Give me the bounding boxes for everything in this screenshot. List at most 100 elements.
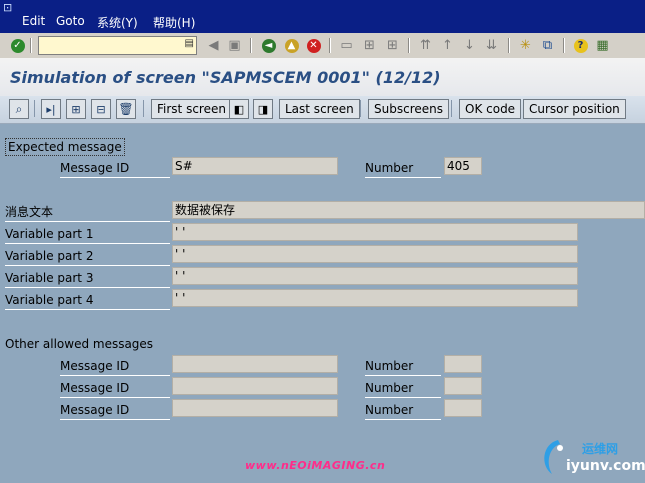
message-text-field[interactable]: 数据被保存: [172, 201, 645, 219]
variable-part-3-label: Variable part 3: [5, 270, 170, 288]
back-button[interactable]: ◄: [260, 37, 277, 54]
next-document-icon: ◨: [257, 102, 269, 116]
message-id-field[interactable]: S#: [172, 157, 338, 175]
first-page-icon: ⇈: [420, 38, 431, 53]
layout-menu-icon: ▦: [596, 38, 609, 53]
menu-goto[interactable]: Goto: [56, 14, 85, 28]
other-number-label: Number: [365, 380, 441, 398]
menu-bar: ⊡ Edit Goto 系统(Y) 帮助(H): [0, 0, 645, 33]
other-message-id-field[interactable]: [172, 399, 338, 417]
find-icon: ⊞: [364, 38, 375, 53]
expected-message-frame-label: Expected message: [5, 138, 125, 156]
ok-code-button[interactable]: OK code: [459, 99, 522, 119]
other-number-field[interactable]: [444, 377, 482, 395]
toolbar-separator: [563, 38, 564, 53]
page-title: Simulation of screen "SAPMSCEM 0001" (12…: [10, 68, 441, 87]
other-message-id-field[interactable]: [172, 355, 338, 373]
previous-page-button[interactable]: ↑: [439, 37, 456, 54]
menu-system[interactable]: 系统(Y): [97, 14, 138, 31]
last-page-icon: ⇊: [486, 38, 497, 53]
toolbar-separator: [34, 100, 35, 117]
menu-help[interactable]: 帮助(H): [153, 14, 195, 31]
next-page-icon: ↓: [464, 38, 475, 53]
next-page-button[interactable]: ↓: [461, 37, 478, 54]
previous-screen-button[interactable]: ◧: [229, 99, 249, 119]
toolbar-separator: [508, 38, 509, 53]
watermark-neoimaging: www.nEOiMAGING.cn: [245, 459, 386, 472]
exit-button[interactable]: ▲: [283, 37, 300, 54]
variable-part-1-label: Variable part 1: [5, 226, 170, 244]
back-arrow-icon: ◄: [261, 38, 276, 53]
toolbar-separator: [143, 100, 144, 117]
layout-menu-button[interactable]: ▦: [594, 37, 611, 54]
new-session-button[interactable]: ✳: [517, 37, 534, 54]
number-field[interactable]: 405: [444, 157, 482, 175]
execute-step-button[interactable]: ▸|: [41, 99, 61, 119]
save-icon: ▣: [228, 38, 241, 53]
other-number-field[interactable]: [444, 355, 482, 373]
cancel-button[interactable]: ✕: [305, 37, 322, 54]
cancel-icon: ✕: [306, 38, 321, 53]
number-label: Number: [365, 160, 441, 178]
command-field-toggle[interactable]: ◀: [205, 37, 222, 54]
other-message-id-label: Message ID: [60, 402, 170, 420]
trash-icon: 🗑: [118, 102, 134, 116]
previous-document-icon: ◧: [233, 102, 245, 116]
watermark-iyunv: iyunv.com: [566, 458, 645, 474]
variable-part-4-field[interactable]: ' ': [172, 289, 578, 307]
variable-part-2-label: Variable part 2: [5, 248, 170, 266]
toolbar-separator: [30, 38, 31, 53]
hierarchy-icon: ⊟: [96, 102, 106, 116]
toolbar-separator: [250, 38, 251, 53]
message-text-label: 消息文本: [5, 204, 170, 222]
variable-part-3-field[interactable]: ' ': [172, 267, 578, 285]
next-screen-button[interactable]: ◨: [253, 99, 273, 119]
other-allowed-messages-label: Other allowed messages: [5, 337, 154, 351]
print-button[interactable]: ▭: [338, 37, 355, 54]
save-button[interactable]: ▣: [226, 37, 243, 54]
variable-part-2-field[interactable]: ' ': [172, 245, 578, 263]
find-next-button[interactable]: ⊞: [384, 37, 401, 54]
shortcut-button[interactable]: ⧉: [539, 37, 556, 54]
last-screen-button[interactable]: Last screen: [279, 99, 360, 119]
variable-part-4-label: Variable part 4: [5, 292, 170, 310]
triangle-left-icon: ◀: [208, 38, 219, 53]
other-message-id-label: Message ID: [60, 358, 170, 376]
menu-edit[interactable]: Edit: [22, 14, 45, 28]
watermark-swoosh-icon: [544, 440, 563, 474]
help-icon: ?: [573, 38, 588, 53]
hierarchy-button[interactable]: ⊟: [91, 99, 111, 119]
step-icon: ▸|: [46, 102, 56, 116]
enter-button[interactable]: ✓: [9, 37, 26, 54]
other-message-id-field[interactable]: [172, 377, 338, 395]
other-number-field[interactable]: [444, 399, 482, 417]
help-button[interactable]: ?: [572, 37, 589, 54]
command-field[interactable]: ▤: [38, 36, 197, 55]
find-button[interactable]: ⊞: [361, 37, 378, 54]
standard-toolbar: ✓ ▤ ◀ ▣ ◄ ▲ ✕ ▭ ⊞ ⊞ ⇈ ↑ ↓ ⇊ ✳ ⧉ ? ▦: [0, 33, 645, 59]
display-screen-button[interactable]: ⌕: [9, 99, 29, 119]
first-page-button[interactable]: ⇈: [417, 37, 434, 54]
expand-tree-icon: ⊞: [71, 102, 81, 116]
previous-page-icon: ↑: [442, 38, 453, 53]
last-page-button[interactable]: ⇊: [483, 37, 500, 54]
toolbar-separator: [360, 100, 361, 117]
toolbar-separator: [408, 38, 409, 53]
message-id-label: Message ID: [60, 160, 170, 178]
toolbar-separator: [451, 100, 452, 117]
variable-part-1-field[interactable]: ' ': [172, 223, 578, 241]
delete-button[interactable]: 🗑: [116, 99, 136, 119]
other-message-id-label: Message ID: [60, 380, 170, 398]
other-number-label: Number: [365, 358, 441, 376]
first-screen-button[interactable]: First screen: [151, 99, 232, 119]
toolbar-separator: [329, 38, 330, 53]
expand-button[interactable]: ⊞: [66, 99, 86, 119]
subscreens-button[interactable]: Subscreens: [368, 99, 449, 119]
system-menu-icon[interactable]: ⊡: [3, 1, 17, 14]
cursor-position-button[interactable]: Cursor position: [523, 99, 626, 119]
new-session-icon: ✳: [520, 38, 531, 53]
checkmark-icon: ✓: [10, 38, 25, 53]
command-history-icon[interactable]: ▤: [185, 38, 194, 49]
magnifier-screen-icon: ⌕: [15, 101, 23, 116]
watermark-yunwei: 运维网: [582, 442, 619, 456]
